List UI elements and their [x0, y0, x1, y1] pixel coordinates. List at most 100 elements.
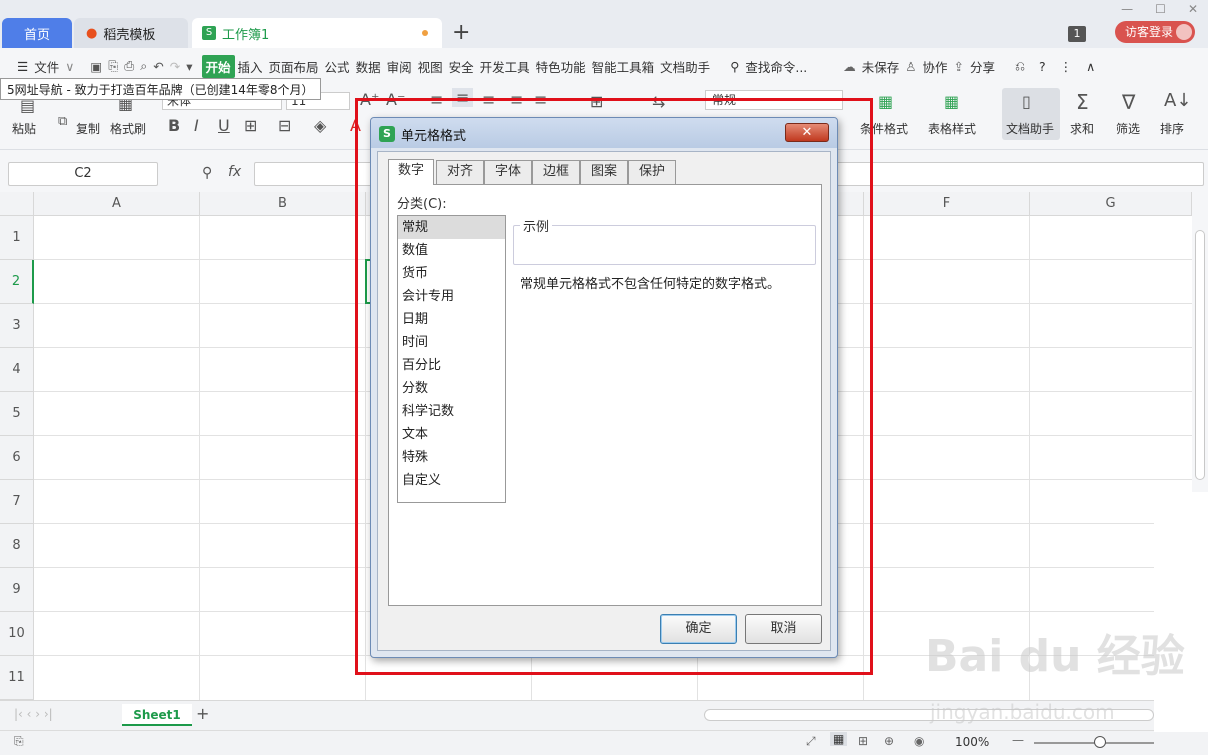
file-menu[interactable]: 文件	[31, 57, 62, 76]
category-item-fraction[interactable]: 分数	[398, 377, 505, 400]
menu-page-layout[interactable]: 页面布局	[266, 57, 322, 76]
sheet-tab-sheet1[interactable]: Sheet1	[122, 704, 192, 726]
save-icon[interactable]: ▣	[87, 59, 105, 74]
row-header[interactable]: 8	[0, 524, 34, 568]
menu-security[interactable]: 安全	[446, 57, 477, 76]
more-quick-icon[interactable]: ▾	[183, 59, 195, 74]
italic-icon[interactable]: I	[194, 116, 199, 135]
border-icon[interactable]: ⊞	[244, 116, 257, 135]
tab-workbook[interactable]: S 工作簿1	[192, 18, 442, 48]
category-item-date[interactable]: 日期	[398, 308, 505, 331]
zoom-slider-handle[interactable]	[1094, 736, 1106, 748]
category-item-accounting[interactable]: 会计专用	[398, 285, 505, 308]
dialog-titlebar[interactable]: S 单元格格式 ✕	[371, 118, 837, 148]
table-style-icon[interactable]: ▦	[944, 92, 959, 111]
copy-button[interactable]: 复制	[76, 120, 100, 137]
normal-view-icon[interactable]: ▦	[830, 732, 848, 746]
menu-review[interactable]: 审阅	[384, 57, 415, 76]
column-header-g[interactable]: G	[1030, 192, 1192, 216]
tab-number[interactable]: 数字	[388, 159, 434, 185]
eye-protection-icon[interactable]: ◉	[914, 734, 924, 748]
category-item-general[interactable]: 常规	[398, 216, 505, 239]
tab-template[interactable]: ● 稻壳模板	[74, 18, 188, 48]
category-item-number[interactable]: 数值	[398, 239, 505, 262]
category-item-scientific[interactable]: 科学记数	[398, 400, 505, 423]
zoom-level[interactable]: 100%	[955, 735, 989, 749]
page-break-icon[interactable]: ⊞	[858, 734, 868, 748]
layout-icon[interactable]: ⎌	[1012, 58, 1028, 74]
unsaved-status[interactable]: 未保存	[859, 57, 903, 76]
row-header[interactable]: 9	[0, 568, 34, 612]
category-item-custom[interactable]: 自定义	[398, 469, 505, 492]
tab-protection[interactable]: 保护	[628, 160, 676, 184]
chevron-down-icon[interactable]: ∨	[62, 59, 77, 74]
tab-alignment[interactable]: 对齐	[436, 160, 484, 184]
paste-button[interactable]: 粘贴	[12, 120, 36, 137]
close-window-button[interactable]: ✕	[1188, 2, 1198, 16]
column-header-a[interactable]: A	[34, 192, 200, 216]
add-sheet-button[interactable]: +	[196, 704, 209, 723]
ok-button[interactable]: 确定	[660, 614, 737, 644]
conditional-format-icon[interactable]: ▦	[878, 92, 893, 111]
collapse-ribbon-icon[interactable]: ∧	[1083, 59, 1098, 74]
column-header-f[interactable]: F	[864, 192, 1030, 216]
tab-border[interactable]: 边框	[532, 160, 580, 184]
category-item-currency[interactable]: 货币	[398, 262, 505, 285]
function-icon[interactable]: fx	[228, 164, 241, 180]
category-list[interactable]: 常规 数值 货币 会计专用 日期 时间 百分比 分数 科学记数 文本 特殊 自定…	[397, 215, 506, 503]
search-icon[interactable]: ⚲	[727, 59, 742, 74]
zoom-lookup-icon[interactable]: ⚲	[202, 165, 212, 181]
hamburger-icon[interactable]: ☰	[14, 59, 31, 74]
category-item-percentage[interactable]: 百分比	[398, 354, 505, 377]
share-button[interactable]: 分享	[967, 57, 998, 76]
sort-button[interactable]: 排序	[1160, 120, 1184, 137]
merge-icon[interactable]: ⊟	[278, 116, 291, 135]
row-header[interactable]: 6	[0, 436, 34, 480]
category-item-special[interactable]: 特殊	[398, 446, 505, 469]
scroll-thumb[interactable]	[1195, 230, 1205, 480]
table-style-button[interactable]: 表格样式	[928, 120, 976, 137]
tab-font[interactable]: 字体	[484, 160, 532, 184]
filter-button[interactable]: 筛选	[1116, 120, 1140, 137]
menu-formula[interactable]: 公式	[322, 57, 353, 76]
row-header[interactable]: 10	[0, 612, 34, 656]
row-header[interactable]: 4	[0, 348, 34, 392]
export-icon[interactable]: ⎘	[105, 58, 121, 74]
menu-features[interactable]: 特色功能	[533, 57, 589, 76]
menu-start[interactable]: 开始	[201, 54, 235, 78]
window-count-badge[interactable]: 1	[1068, 26, 1086, 42]
more-icon[interactable]: ⋮	[1057, 59, 1076, 74]
fill-color-icon[interactable]: ◈	[314, 116, 326, 135]
close-icon[interactable]: ✕	[785, 123, 829, 142]
row-header[interactable]: 1	[0, 216, 34, 260]
format-painter-button[interactable]: 格式刷	[110, 120, 146, 137]
fullscreen-icon[interactable]: ⤢	[806, 734, 816, 749]
zoom-out-icon[interactable]: —	[1012, 733, 1024, 747]
print-icon[interactable]: ⎙	[121, 58, 137, 74]
row-header[interactable]: 7	[0, 480, 34, 524]
reading-mode-icon[interactable]: ⊕	[884, 734, 894, 748]
row-header[interactable]: 5	[0, 392, 34, 436]
bold-icon[interactable]: B	[168, 116, 180, 135]
redo-icon[interactable]: ↷	[167, 59, 183, 74]
row-header-selected[interactable]: 2	[0, 260, 34, 304]
print-preview-icon[interactable]: ⌕	[137, 58, 150, 74]
menu-data[interactable]: 数据	[353, 57, 384, 76]
macro-icon[interactable]: ⎘	[14, 734, 24, 749]
underline-icon[interactable]: U	[218, 116, 230, 135]
column-header-b[interactable]: B	[200, 192, 366, 216]
tab-home[interactable]: 首页	[2, 18, 72, 48]
menu-developer[interactable]: 开发工具	[477, 57, 533, 76]
first-sheet-icon[interactable]: |‹ ‹ › ›|	[14, 707, 53, 721]
sum-icon[interactable]: Σ	[1076, 90, 1089, 114]
new-tab-button[interactable]: +	[452, 20, 470, 45]
menu-doc-helper[interactable]: 文档助手	[657, 57, 713, 76]
row-header[interactable]: 11	[0, 656, 34, 700]
tab-pattern[interactable]: 图案	[580, 160, 628, 184]
category-item-time[interactable]: 时间	[398, 331, 505, 354]
help-icon[interactable]: ?	[1036, 59, 1049, 74]
guest-login-button[interactable]: 访客登录	[1115, 21, 1195, 43]
copy-icon[interactable]: ⧉	[58, 114, 67, 129]
collab-button[interactable]: 协作	[920, 57, 951, 76]
category-item-text[interactable]: 文本	[398, 423, 505, 446]
